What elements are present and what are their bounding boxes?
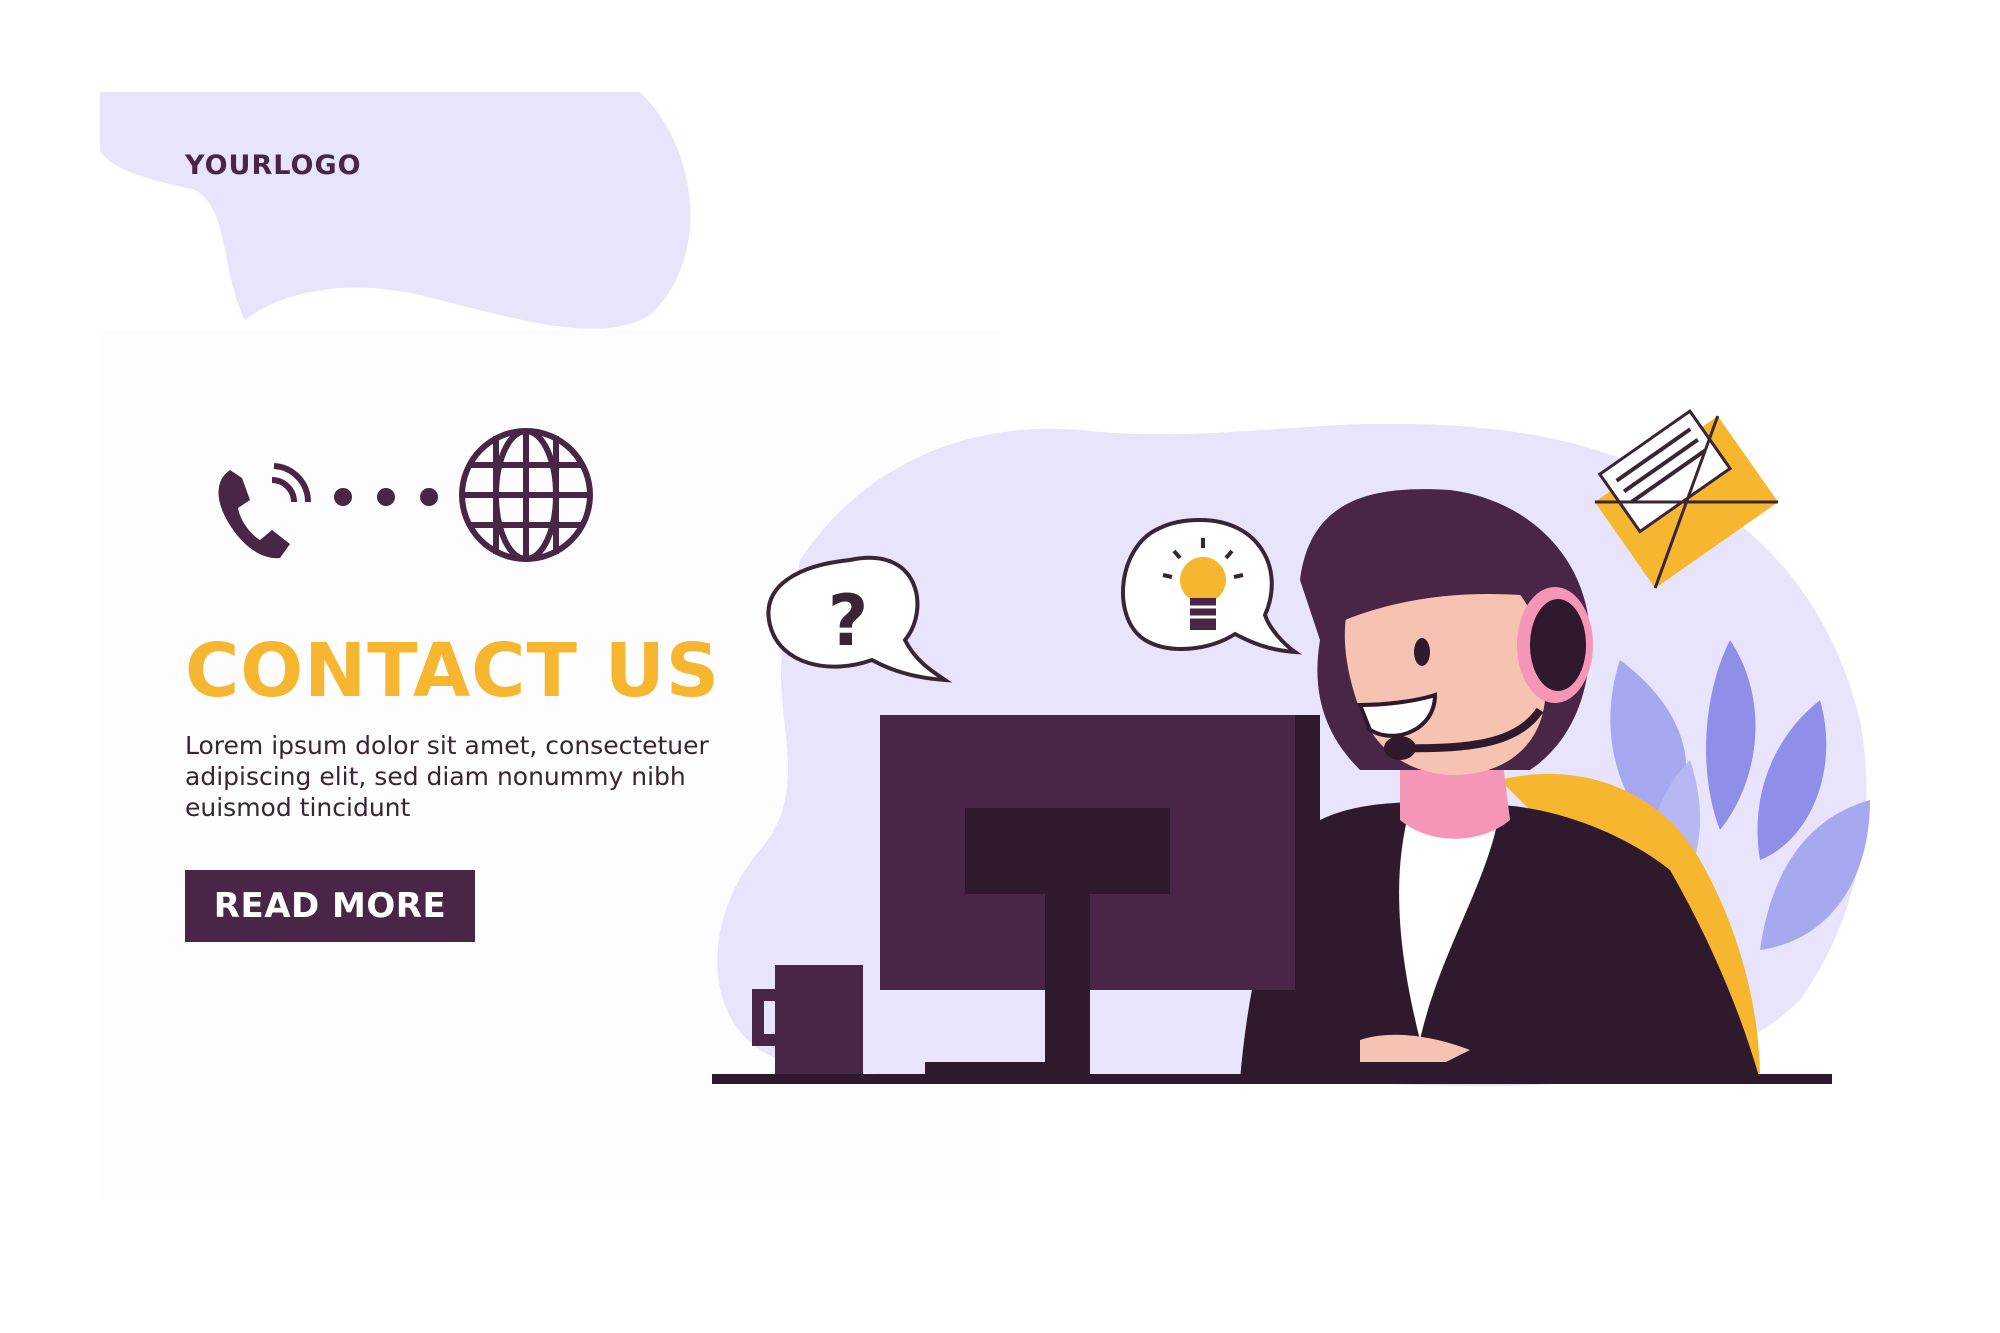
hero-description: Lorem ipsum dolor sit amet, consectetuer…: [185, 730, 745, 823]
header-blob: [100, 92, 691, 329]
description-line: Lorem ipsum dolor sit amet, consectetuer: [185, 731, 709, 760]
description-line: adipiscing elit, sed diam nonummy nibh: [185, 762, 686, 791]
globe-icon: [459, 428, 593, 562]
keyboard: [1270, 1062, 1490, 1072]
question-mark: ?: [828, 580, 869, 662]
page-title: CONTACT US: [185, 628, 721, 714]
read-more-button[interactable]: READ MORE: [185, 870, 475, 942]
brand-logo[interactable]: YOURLOGO: [185, 150, 362, 181]
desk: [712, 1074, 1832, 1084]
description-line: euismod tincidunt: [185, 793, 411, 822]
